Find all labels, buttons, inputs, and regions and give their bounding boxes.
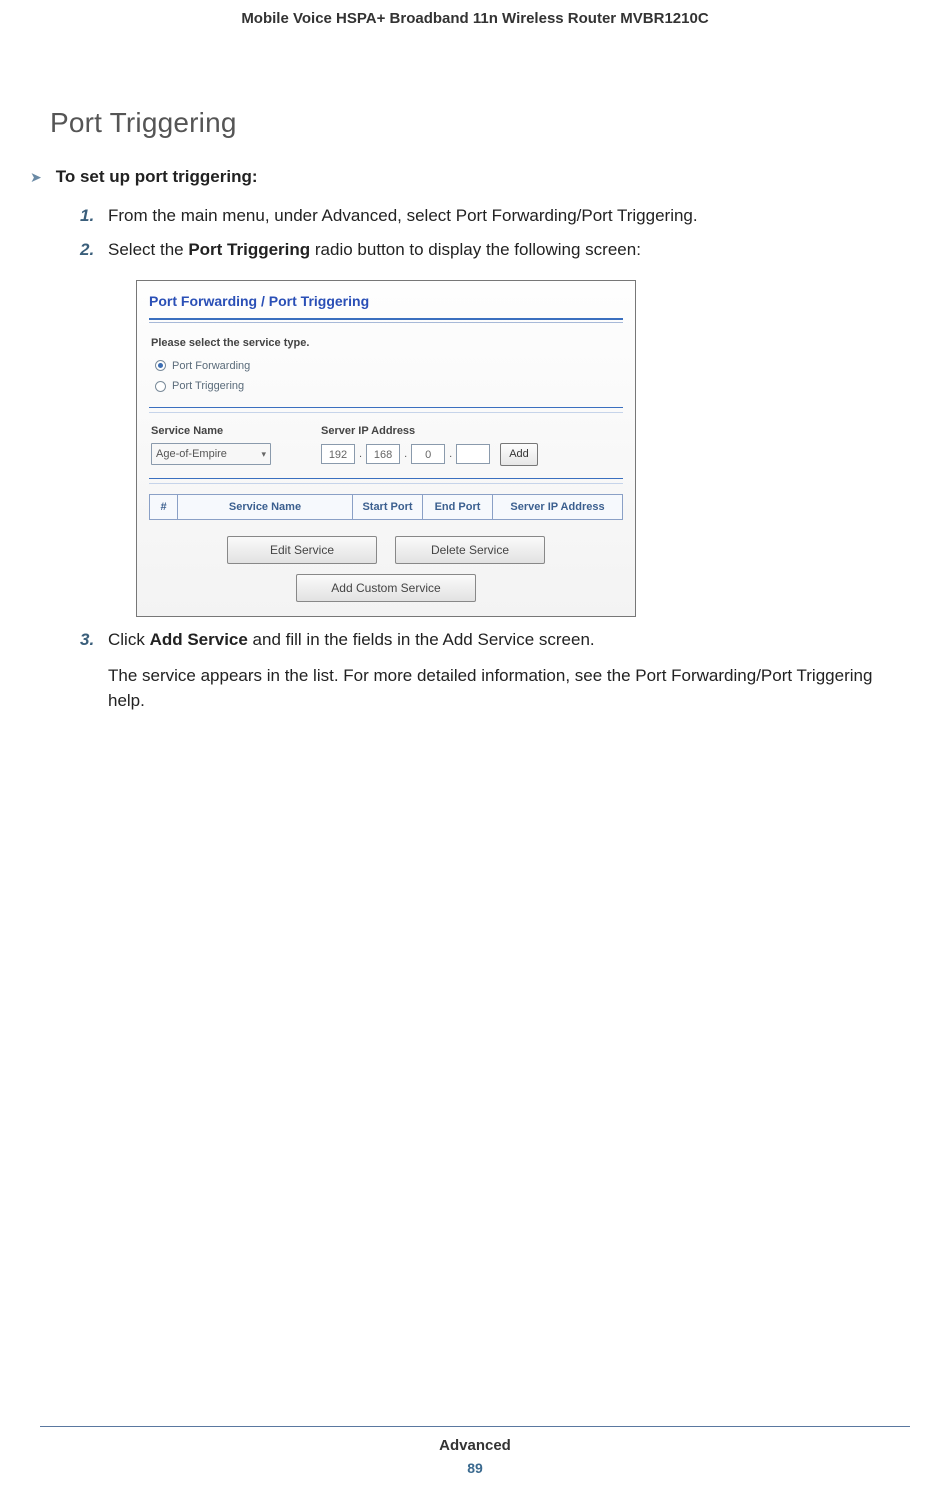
divider xyxy=(149,483,623,484)
step-number: 2. xyxy=(80,237,94,263)
ip-separator: . xyxy=(359,446,362,463)
button-row: Edit Service Delete Service xyxy=(137,524,635,568)
screenshot-prompt: Please select the service type. xyxy=(137,335,635,358)
th-end-port: End Port xyxy=(423,494,493,520)
th-service-name: Service Name xyxy=(178,494,353,520)
divider xyxy=(149,412,623,413)
divider xyxy=(149,478,623,479)
step-text-suffix: and fill in the fields in the Add Servic… xyxy=(248,630,595,649)
radio-label: Port Forwarding xyxy=(172,358,250,375)
task-line: ➤ To set up port triggering: xyxy=(40,167,910,187)
select-value: Age-of-Empire xyxy=(156,446,227,463)
step-text-suffix: radio button to display the following sc… xyxy=(310,240,641,259)
task-text: To set up port triggering: xyxy=(56,167,258,187)
section-title: Port Triggering xyxy=(50,107,910,139)
th-server-ip: Server IP Address xyxy=(493,494,623,520)
embedded-screenshot: Port Forwarding / Port Triggering Please… xyxy=(136,280,636,617)
header-title: Mobile Voice HSPA+ Broadband 11n Wireles… xyxy=(241,10,708,27)
divider xyxy=(149,322,623,323)
ip-octet-4[interactable] xyxy=(456,444,490,464)
chevron-down-icon: ▾ xyxy=(261,448,266,462)
label-server-ip: Server IP Address xyxy=(321,423,415,440)
ip-octet-1[interactable]: 192 xyxy=(321,444,355,464)
controls-row: Age-of-Empire ▾ 192 . 168 . 0 . Add xyxy=(137,443,635,470)
service-name-select[interactable]: Age-of-Empire ▾ xyxy=(151,443,271,465)
edit-service-button[interactable]: Edit Service xyxy=(227,536,377,564)
services-table: # Service Name Start Port End Port Serve… xyxy=(149,494,623,521)
radio-row-forwarding[interactable]: Port Forwarding xyxy=(137,358,635,379)
th-hash: # xyxy=(150,494,178,520)
ip-input-group: 192 . 168 . 0 . Add xyxy=(321,443,538,466)
ip-separator: . xyxy=(449,446,452,463)
step-3: 3. Click Add Service and fill in the fie… xyxy=(80,627,910,714)
step-text-prefix: Click xyxy=(108,630,150,649)
label-service-name: Service Name xyxy=(151,423,321,440)
radio-icon xyxy=(155,360,166,371)
step-2: 2. Select the Port Triggering radio butt… xyxy=(80,237,910,618)
page-header: Mobile Voice HSPA+ Broadband 11n Wireles… xyxy=(40,0,910,27)
step-1: 1. From the main menu, under Advanced, s… xyxy=(80,203,910,229)
footer-label: Advanced xyxy=(40,1437,910,1454)
screenshot-title: Port Forwarding / Port Triggering xyxy=(137,281,635,318)
document-page: Mobile Voice HSPA+ Broadband 11n Wireles… xyxy=(0,0,950,1494)
step-text-bold: Add Service xyxy=(150,630,248,649)
ip-octet-3[interactable]: 0 xyxy=(411,444,445,464)
step-number: 3. xyxy=(80,627,94,653)
add-button[interactable]: Add xyxy=(500,443,538,466)
labels-row: Service Name Server IP Address xyxy=(137,423,635,444)
footer-divider xyxy=(40,1426,910,1427)
step-followup: The service appears in the list. For mor… xyxy=(108,663,910,714)
page-footer: Advanced 89 xyxy=(40,1426,910,1476)
ip-octet-2[interactable]: 168 xyxy=(366,444,400,464)
step-text-prefix: Select the xyxy=(108,240,188,259)
step-text: From the main menu, under Advanced, sele… xyxy=(108,206,698,225)
ip-separator: . xyxy=(404,446,407,463)
button-row: Add Custom Service xyxy=(137,568,635,616)
step-text-bold: Port Triggering xyxy=(188,240,310,259)
add-custom-service-button[interactable]: Add Custom Service xyxy=(296,574,476,602)
delete-service-button[interactable]: Delete Service xyxy=(395,536,545,564)
radio-row-triggering[interactable]: Port Triggering xyxy=(137,378,635,399)
divider xyxy=(149,407,623,408)
task-arrow-icon: ➤ xyxy=(30,169,42,186)
step-number: 1. xyxy=(80,203,94,229)
radio-icon xyxy=(155,381,166,392)
footer-page-number: 89 xyxy=(40,1460,910,1476)
th-start-port: Start Port xyxy=(353,494,423,520)
steps-list: 1. From the main menu, under Advanced, s… xyxy=(80,203,910,714)
radio-label: Port Triggering xyxy=(172,378,244,395)
table-header-row: # Service Name Start Port End Port Serve… xyxy=(150,494,623,520)
divider xyxy=(149,318,623,320)
